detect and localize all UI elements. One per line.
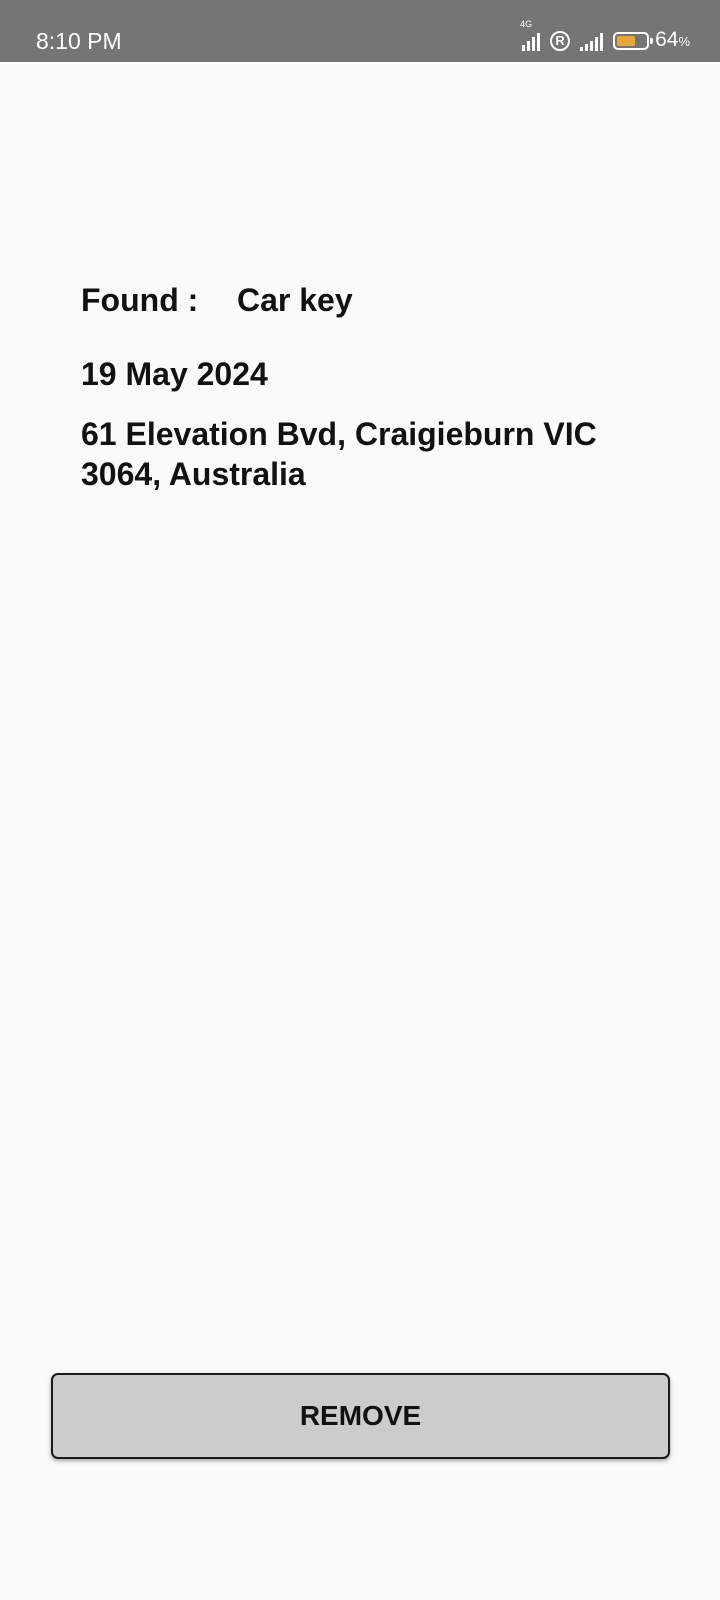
item-name: Car key	[237, 282, 353, 318]
battery-level-fill	[617, 36, 636, 46]
cellular-signal-icon	[580, 31, 604, 51]
network-type-label: 4G	[520, 19, 533, 29]
remove-button[interactable]: REMOVE	[51, 1373, 670, 1459]
battery-percent: 64%	[655, 28, 690, 51]
status-time: 8:10 PM	[36, 28, 122, 54]
item-date: 19 May 2024	[81, 356, 268, 392]
item-type-row: Found : Car key	[81, 278, 681, 322]
roaming-icon: R	[550, 31, 571, 51]
cellular-4g-signal-icon: 4G	[520, 19, 541, 51]
item-type-label: Found :	[81, 282, 199, 318]
item-address: 61 Elevation Bvd, Craigieburn VIC 3064, …	[81, 416, 597, 492]
status-bar: 8:10 PM 4G R 64%	[0, 0, 720, 62]
battery-icon	[613, 32, 654, 50]
item-details: Found : Car key 19 May 2024 61 Elevation …	[81, 278, 681, 494]
status-icons: 4G R 64%	[520, 19, 690, 58]
